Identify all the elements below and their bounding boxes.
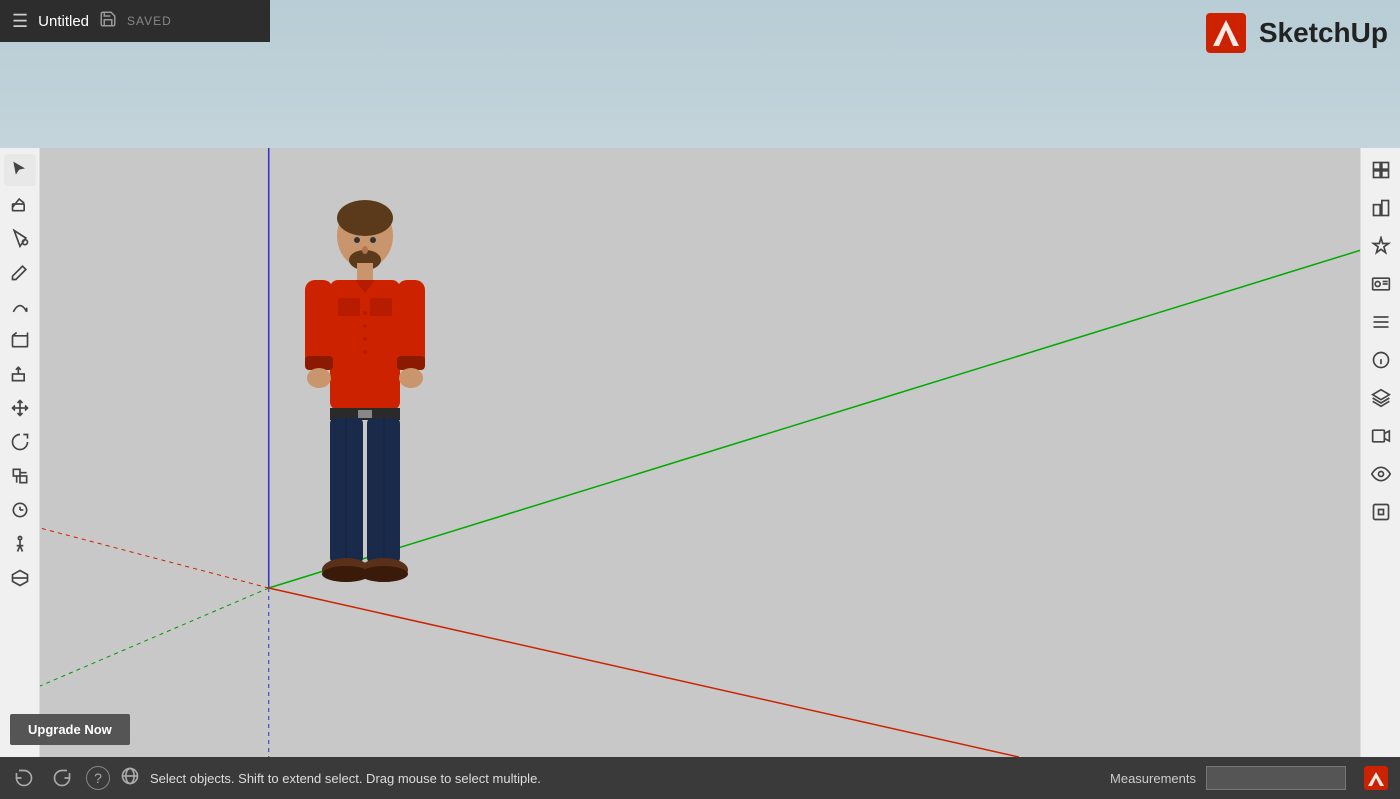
eraser-tool[interactable]: [4, 188, 36, 220]
outliner-panel-button[interactable]: [1365, 306, 1397, 338]
redo-button[interactable]: [48, 764, 76, 792]
move-tool[interactable]: [4, 392, 36, 424]
video-panel-button[interactable]: [1365, 420, 1397, 452]
globe-icon[interactable]: [120, 766, 140, 791]
materials-panel-button[interactable]: [1365, 154, 1397, 186]
titlebar: ☰ Untitled SAVED: [0, 0, 270, 42]
sketchup-small-icon: [1362, 764, 1390, 792]
left-toolbar: [0, 148, 40, 757]
tape-measure-tool[interactable]: [4, 494, 36, 526]
document-title: Untitled: [38, 13, 89, 30]
layers-panel-button[interactable]: [1365, 382, 1397, 414]
walk-tool[interactable]: [4, 528, 36, 560]
right-toolbar: [1360, 148, 1400, 757]
scenes-panel-button[interactable]: [1365, 268, 1397, 300]
help-button[interactable]: ?: [86, 766, 110, 790]
undo-button[interactable]: [10, 764, 38, 792]
arc-tool[interactable]: [4, 290, 36, 322]
human-figure: [300, 198, 430, 598]
components-panel-button[interactable]: [1365, 192, 1397, 224]
entity-info-panel-button[interactable]: [1365, 344, 1397, 376]
canvas-area[interactable]: [40, 148, 1400, 757]
menu-icon[interactable]: ☰: [12, 11, 28, 32]
measurements-input[interactable]: [1206, 766, 1346, 790]
scale-tool[interactable]: [4, 460, 36, 492]
styles-panel-button[interactable]: [1365, 230, 1397, 262]
rotate-tool[interactable]: [4, 426, 36, 458]
save-icon[interactable]: [99, 10, 117, 33]
scene-viewport: [40, 148, 1400, 757]
upgrade-now-button[interactable]: Upgrade Now: [10, 714, 130, 745]
saved-status: SAVED: [127, 14, 172, 28]
eye-panel-button[interactable]: [1365, 458, 1397, 490]
push-pull-tool[interactable]: [4, 358, 36, 390]
status-text: Select objects. Shift to extend select. …: [150, 771, 1100, 786]
section-plane-tool[interactable]: [4, 562, 36, 594]
shape-tool[interactable]: [4, 324, 36, 356]
measurements-label: Measurements: [1110, 771, 1196, 786]
select-tool[interactable]: [4, 154, 36, 186]
bottom-bar: ? Select objects. Shift to extend select…: [0, 757, 1400, 799]
extension-panel-button[interactable]: [1365, 496, 1397, 528]
paint-bucket-tool[interactable]: [4, 222, 36, 254]
sketchup-logo-icon: [1201, 8, 1251, 58]
sketchup-logo-text: SketchUp: [1259, 17, 1388, 49]
pencil-tool[interactable]: [4, 256, 36, 288]
logo: SketchUp: [1201, 8, 1388, 58]
